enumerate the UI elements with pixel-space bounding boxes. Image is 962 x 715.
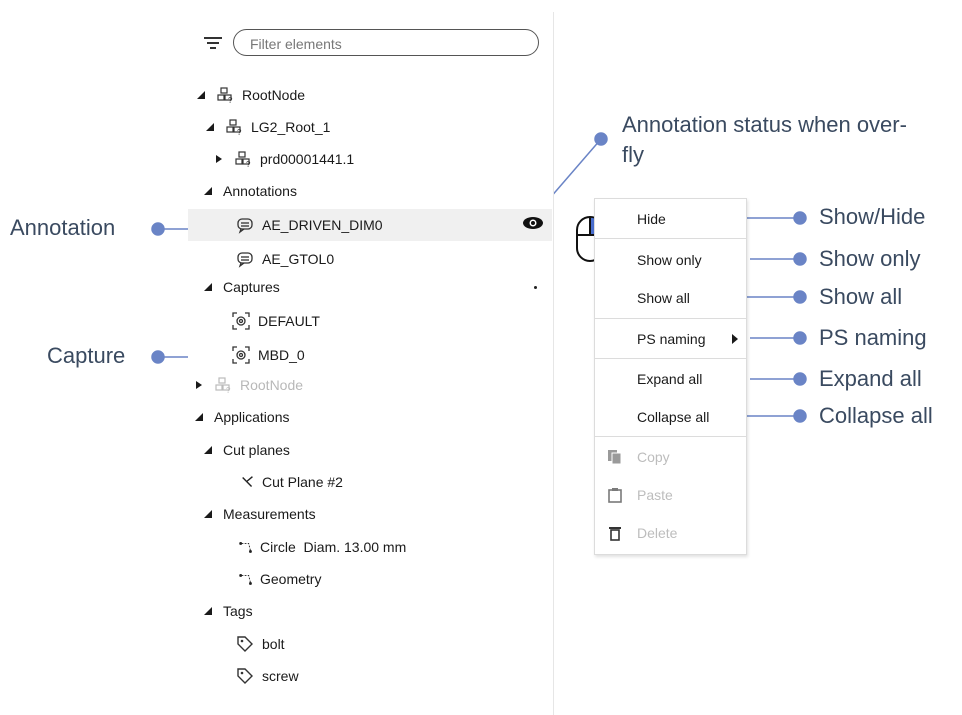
- tree-item-annotations[interactable]: Annotations: [203, 175, 297, 207]
- copy-icon: [608, 450, 622, 465]
- cut-plane-icon: [242, 476, 253, 487]
- tree-item-label: RootNode: [242, 87, 306, 103]
- collapsed-triangle-icon[interactable]: [194, 380, 204, 390]
- expanded-triangle-icon[interactable]: [203, 445, 213, 455]
- menu-item-ps-naming[interactable]: PS naming: [595, 320, 746, 358]
- visibility-eye-icon[interactable]: [522, 216, 544, 230]
- tree-item-captures[interactable]: Captures: [203, 271, 280, 303]
- tree-item-geometry[interactable]: Geometry: [238, 563, 321, 595]
- assembly-icon: ?: [215, 377, 231, 394]
- svg-text:?: ?: [246, 160, 251, 168]
- tree-item-label: Applications: [214, 409, 290, 425]
- annotation-icon: [237, 252, 253, 268]
- callout-annotation-status: Annotation status when over- fly: [622, 112, 907, 167]
- menu-separator: [595, 358, 746, 359]
- tree-item-label: AE_GTOL0: [262, 251, 335, 267]
- tree-item-label: MBD_0: [258, 347, 305, 363]
- tree-item-mbd0[interactable]: MBD_0: [232, 339, 305, 371]
- submenu-arrow-icon: [732, 334, 738, 344]
- tree-item-label: Circle Diam. 13.00 mm: [260, 539, 407, 555]
- tree-item-label: Captures: [223, 279, 280, 295]
- assembly-icon: ?: [217, 87, 233, 104]
- measurement-icon: [239, 574, 252, 585]
- capture-icon: [232, 346, 250, 364]
- tree-item-bolt[interactable]: bolt: [236, 628, 285, 660]
- annotation-icon: [237, 218, 253, 234]
- menu-item-copy[interactable]: Copy: [595, 438, 746, 476]
- paste-icon: [608, 488, 622, 503]
- expanded-triangle-icon[interactable]: [203, 186, 213, 196]
- tree-item-circle-diam[interactable]: Circle Diam. 13.00 mm: [238, 531, 406, 563]
- tree-item-label: Annotations: [223, 183, 297, 199]
- menu-item-paste[interactable]: Paste: [595, 476, 746, 514]
- callout-ps-naming: PS naming: [819, 325, 927, 350]
- tree-item-label: RootNode: [240, 377, 304, 393]
- capture-icon: [232, 312, 250, 330]
- menu-item-hide[interactable]: Hide: [595, 200, 746, 238]
- callout-annotation: Annotation: [10, 215, 116, 240]
- more-indicator: [534, 286, 537, 289]
- menu-item-delete[interactable]: Delete: [595, 514, 746, 552]
- svg-text:?: ?: [226, 386, 231, 394]
- expanded-triangle-icon[interactable]: [205, 122, 215, 132]
- tree-item-label: Cut Plane #2: [262, 474, 343, 490]
- expanded-triangle-icon[interactable]: [203, 606, 213, 616]
- assembly-icon: ?: [226, 119, 242, 136]
- expanded-triangle-icon[interactable]: [203, 509, 213, 519]
- tree-item-screw[interactable]: screw: [236, 660, 299, 692]
- tree-item-prd[interactable]: ? prd00001441.1: [214, 143, 354, 175]
- tag-icon: [237, 636, 253, 652]
- svg-text:?: ?: [228, 96, 233, 104]
- callout-expand-all: Expand all: [819, 366, 922, 391]
- context-menu: Hide Show only Show all PS naming Expand…: [594, 198, 747, 555]
- assembly-icon: ?: [235, 151, 251, 168]
- tree-item-lg2-root[interactable]: ? LG2_Root_1: [205, 111, 330, 143]
- menu-separator: [595, 436, 746, 437]
- tree-item-label: LG2_Root_1: [251, 119, 331, 135]
- menu-separator: [595, 318, 746, 319]
- tree-item-label: AE_DRIVEN_DIM0: [262, 217, 383, 233]
- tree-item-label: prd00001441.1: [260, 151, 355, 167]
- tag-icon: [237, 668, 253, 684]
- trash-icon: [609, 527, 621, 541]
- callout-show-only: Show only: [819, 246, 921, 271]
- expanded-triangle-icon[interactable]: [203, 282, 213, 292]
- tree-item-label: DEFAULT: [258, 313, 320, 329]
- tree-item-cut-plane-2[interactable]: Cut Plane #2: [240, 466, 343, 498]
- menu-item-show-only[interactable]: Show only: [595, 241, 746, 279]
- tree-item-default[interactable]: DEFAULT: [232, 305, 320, 337]
- tree-item-label: Cut planes: [223, 442, 290, 458]
- filter-input-box[interactable]: [233, 29, 539, 57]
- tree-item-label: Measurements: [223, 506, 316, 522]
- tree-item-cut-planes[interactable]: Cut planes: [203, 434, 290, 466]
- tree-item-rootnode-hidden[interactable]: ? RootNode: [194, 369, 303, 401]
- filter-icon[interactable]: [203, 34, 223, 52]
- menu-item-expand-all[interactable]: Expand all: [595, 360, 746, 398]
- menu-separator: [595, 238, 746, 239]
- collapsed-triangle-icon[interactable]: [214, 154, 224, 164]
- callout-capture: Capture: [47, 343, 126, 368]
- tree-item-tags[interactable]: Tags: [203, 595, 253, 627]
- expanded-triangle-icon[interactable]: [194, 412, 204, 422]
- tree-item-label: Geometry: [260, 571, 322, 587]
- svg-text:?: ?: [237, 128, 242, 136]
- filter-input[interactable]: [248, 30, 532, 57]
- measurement-icon: [239, 542, 252, 553]
- tree-item-ae-driven-dim0[interactable]: AE_DRIVEN_DIM0: [188, 209, 552, 241]
- callout-collapse-all: Collapse all: [819, 403, 933, 428]
- expanded-triangle-icon[interactable]: [196, 90, 206, 100]
- tree-item-applications[interactable]: Applications: [194, 401, 290, 433]
- tree-item-label: Tags: [223, 603, 253, 619]
- callout-show-hide: Show/Hide: [819, 204, 926, 229]
- callout-show-all: Show all: [819, 284, 903, 309]
- tree-item-label: bolt: [262, 636, 285, 652]
- tree-item-label: screw: [262, 668, 299, 684]
- menu-item-collapse-all[interactable]: Collapse all: [595, 398, 746, 436]
- menu-item-show-all[interactable]: Show all: [595, 279, 746, 317]
- tree-item-rootnode[interactable]: ? RootNode: [196, 79, 305, 111]
- tree-item-measurements[interactable]: Measurements: [203, 498, 316, 530]
